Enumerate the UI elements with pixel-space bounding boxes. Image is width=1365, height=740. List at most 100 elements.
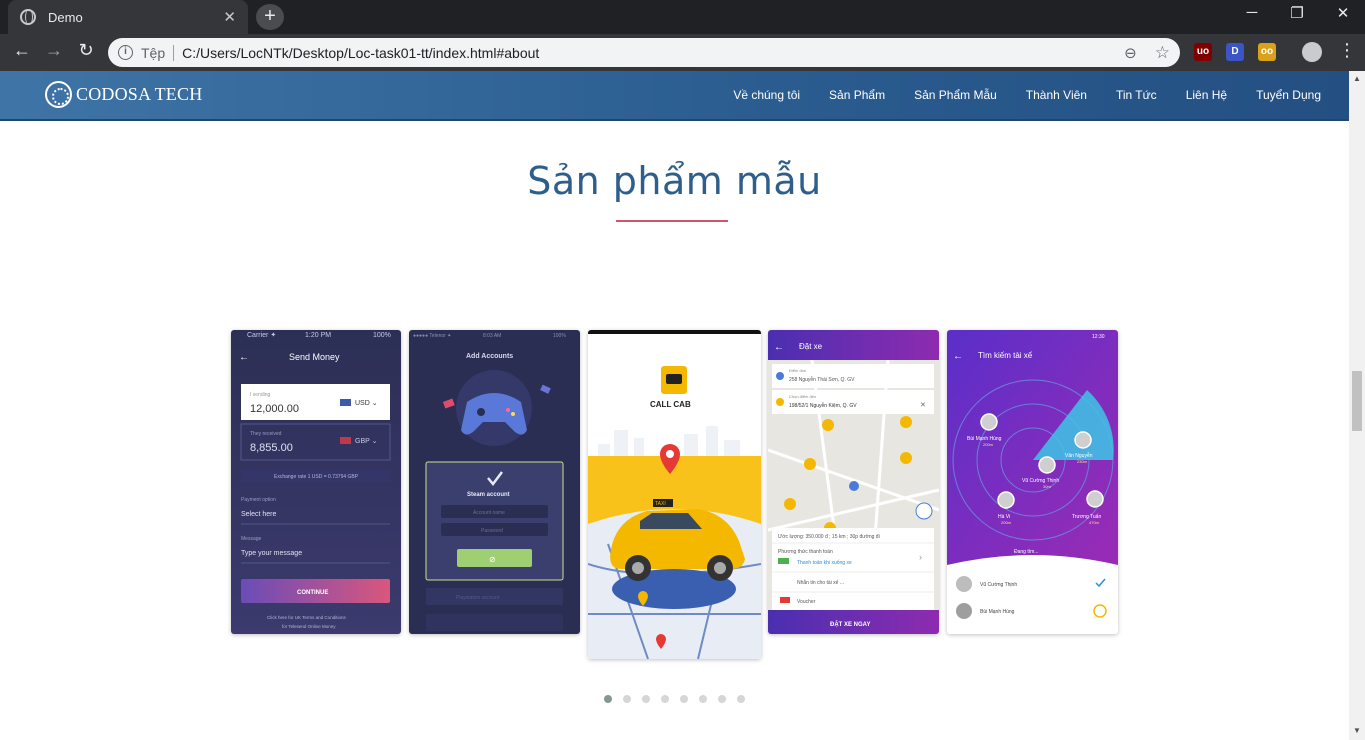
back-arrow-icon[interactable]: ← [953, 351, 963, 362]
receive-label: They received [250, 431, 282, 437]
clear-icon[interactable]: ✕ [920, 402, 926, 409]
tab-close-icon[interactable]: ✕ [223, 8, 236, 26]
avatar [956, 603, 972, 619]
driver-note[interactable]: Nhắn tin cho tài xế ... [797, 579, 844, 586]
profile-avatar-icon[interactable] [1302, 42, 1322, 62]
carousel-dot[interactable] [623, 695, 631, 703]
browser-tab[interactable]: Demo ✕ [8, 0, 248, 34]
driver-distance: 30m [1043, 484, 1051, 489]
nav-news[interactable]: Tin Tức [1116, 88, 1157, 102]
window-close-button[interactable]: ✕ [1323, 4, 1363, 22]
pickup-value[interactable]: 258 Nguyễn Thái Sơn, Q. GV [789, 376, 855, 383]
footer-terms[interactable]: Click here for UK Terms and Conditions [267, 615, 346, 620]
new-tab-button[interactable]: + [256, 4, 284, 30]
brand-name: CODOSA TECH [76, 84, 203, 104]
sample-card-send-money[interactable]: Carrier ✦ 1:20 PM 100% ← Send Money I se… [231, 330, 401, 634]
back-button[interactable]: ← [10, 40, 34, 61]
nav-sample-products[interactable]: Sản Phẩm Mẫu [914, 88, 997, 102]
payment-value[interactable]: Thanh toán khi xuống xe [797, 560, 852, 566]
sample-card-tim-kiem[interactable]: 12:30 ← Tìm kiếm tài xế Bùi Mạnh Hùng 20… [947, 330, 1118, 634]
url-separator [173, 44, 175, 61]
sending-label: I sending [250, 392, 271, 398]
scroll-up-icon[interactable]: ▲ [1353, 74, 1361, 83]
scroll-down-icon[interactable]: ▼ [1353, 726, 1361, 735]
send-money-screen: Carrier ✦ 1:20 PM 100% ← Send Money I se… [231, 330, 401, 634]
chevron-right-icon[interactable]: › [919, 552, 922, 562]
back-arrow-icon[interactable]: ← [774, 342, 784, 353]
cash-icon [778, 558, 789, 564]
payment-label: Payment option [241, 497, 276, 503]
playstation-row[interactable]: Playstation account [456, 595, 500, 601]
driver-name: Vũ Cường Thịnh [1022, 478, 1059, 484]
payment-label: Phương thức thanh toán [778, 549, 833, 555]
receive-amount[interactable]: 8,855.00 [250, 442, 293, 454]
nav-about[interactable]: Về chúng tôi [733, 88, 800, 102]
bookmark-star-icon[interactable]: ☆ [1155, 43, 1170, 63]
exchange-rate: Exchange rate 1 USD = 0.73794 GBP [274, 474, 359, 480]
status-battery: 100% [553, 333, 566, 339]
back-arrow-icon[interactable]: ← [239, 352, 249, 363]
status-time: 1:20 PM [305, 332, 331, 339]
carousel-dot[interactable] [604, 695, 612, 703]
carousel-dot[interactable] [680, 695, 688, 703]
payment-select[interactable]: Select here [241, 511, 277, 518]
message-input[interactable]: Type your message [241, 550, 302, 557]
account-name-placeholder: Account name [473, 510, 505, 516]
screen-title: Send Money [289, 352, 340, 362]
dashlane-extension-icon[interactable]: D [1226, 43, 1244, 61]
voucher-label[interactable]: Voucher [797, 599, 816, 605]
sample-card-call-cab[interactable]: CALL CAB TAXI [588, 330, 761, 659]
sending-amount[interactable]: 12,000.00 [250, 403, 299, 415]
zoom-icon[interactable]: ⊖ [1124, 44, 1137, 62]
nav-members[interactable]: Thành Viên [1026, 88, 1087, 102]
link-icon: ⊘ [489, 555, 496, 564]
carousel-dot[interactable] [661, 695, 669, 703]
section-title: Sản phẩm mẫu [527, 159, 822, 203]
url-scheme: Tệp [141, 44, 166, 61]
driver-distance: 230m [1077, 459, 1088, 464]
window-minimize-button[interactable]: ─ [1232, 4, 1272, 21]
voucher-icon [780, 597, 790, 603]
nav-contact[interactable]: Liên Hệ [1186, 88, 1227, 102]
reload-button[interactable]: ↻ [74, 40, 98, 61]
status-time: 8:03 AM [483, 333, 501, 339]
site-header: CODOSA TECH Về chúng tôi Sản Phẩm Sản Ph… [0, 71, 1349, 121]
uk-flag-icon [340, 437, 351, 444]
ublock-extension-icon[interactable]: uo [1194, 43, 1212, 61]
carousel-dot[interactable] [737, 695, 745, 703]
page-scrollbar[interactable]: ▲ ▼ [1349, 71, 1365, 740]
driver-list-item[interactable]: Bùi Mạnh Hùng [980, 609, 1015, 615]
locate-me-icon[interactable] [915, 502, 933, 520]
receive-currency[interactable]: GBP ⌄ [355, 438, 377, 445]
driver-list-item[interactable]: Vũ Cường Thịnh [980, 582, 1017, 588]
browser-titlebar: Demo ✕ + ─ ❐ ✕ [0, 0, 1365, 34]
carousel-dot[interactable] [642, 695, 650, 703]
site-logo[interactable]: CODOSA TECH [45, 81, 202, 108]
status-carrier: Carrier ✦ [247, 331, 276, 339]
sample-card-dat-xe[interactable]: ← Đặt xe Điểm đón 258 Nguyễn Thái Sơn, Q… [768, 330, 939, 634]
title-underline [616, 220, 728, 222]
window-maximize-button[interactable]: ❐ [1277, 4, 1317, 22]
sending-currency[interactable]: USD ⌄ [355, 400, 378, 407]
add-accounts-screen: ●●●●● Telenor ✦ 8:03 AM 100% Add Account… [409, 330, 580, 634]
driver-name: Văn Nguyễn [1065, 452, 1093, 459]
nav-careers[interactable]: Tuyển Dụng [1256, 88, 1321, 102]
browser-toolbar: ← → ↻ i Tệp C:/Users/LocNTk/Desktop/Loc-… [0, 34, 1365, 71]
site-info-icon[interactable]: i [118, 45, 133, 60]
avatar [956, 576, 972, 592]
sample-card-add-accounts[interactable]: ●●●●● Telenor ✦ 8:03 AM 100% Add Account… [409, 330, 580, 634]
carousel-dot[interactable] [699, 695, 707, 703]
us-flag-icon [340, 399, 351, 406]
footer-note: for Telesend Online Money [282, 624, 336, 629]
owl-extension-icon[interactable]: oo [1258, 43, 1276, 61]
forward-button[interactable]: → [42, 40, 66, 61]
browser-menu-icon[interactable]: ⋮ [1338, 40, 1356, 61]
call-cab-screen: CALL CAB TAXI [588, 334, 761, 659]
address-bar[interactable]: i Tệp C:/Users/LocNTk/Desktop/Loc-task01… [108, 38, 1180, 67]
url-text[interactable]: C:/Users/LocNTk/Desktop/Loc-task01-tt/in… [182, 45, 1124, 61]
box-title: Steam account [467, 492, 510, 498]
carousel-dot[interactable] [718, 695, 726, 703]
dropoff-value[interactable]: 198/52/1 Nguyễn Kiệm, Q. GV [789, 402, 857, 409]
nav-products[interactable]: Sản Phẩm [829, 88, 885, 102]
scrollbar-thumb[interactable] [1352, 371, 1362, 431]
